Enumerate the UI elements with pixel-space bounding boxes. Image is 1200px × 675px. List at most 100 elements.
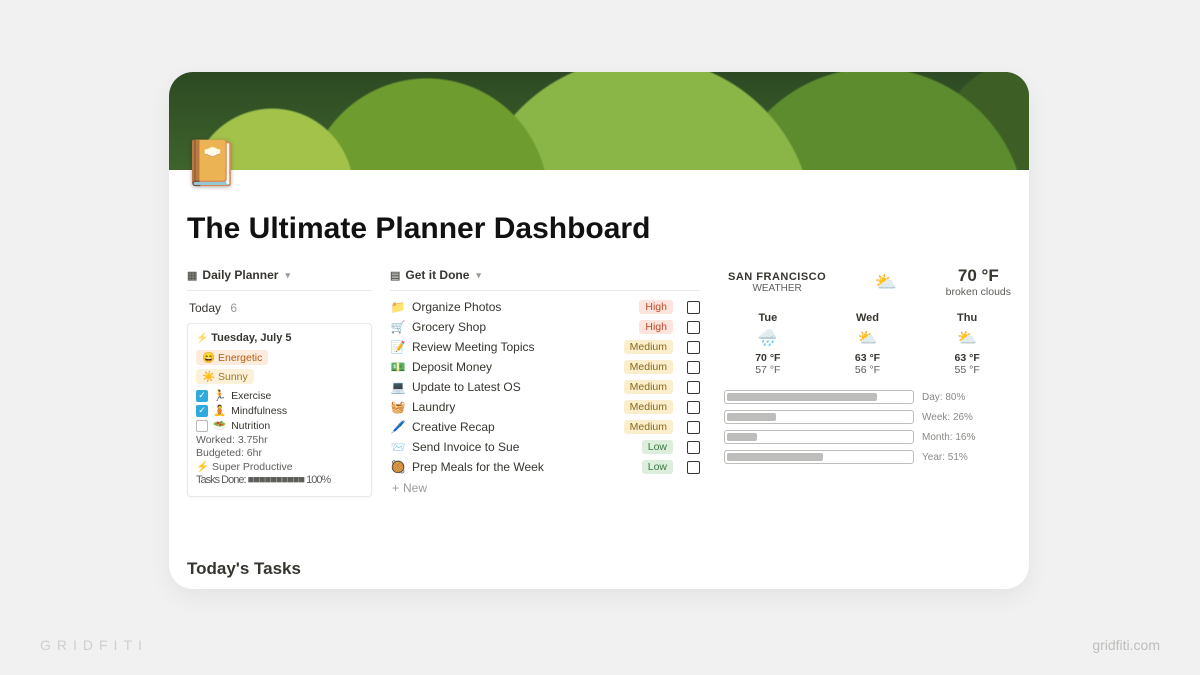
worked-text: Worked: 3.75hr [196, 433, 363, 446]
cover-image: 📔 [169, 72, 1029, 170]
forecast-day-name: Wed [855, 312, 880, 324]
priority-tag: Medium [624, 340, 673, 354]
checkbox[interactable] [196, 420, 208, 432]
budgeted-text: Budgeted: 6hr [196, 446, 363, 459]
task-icon: 📁 [390, 300, 406, 314]
habit-row[interactable]: 🏃Exercise [196, 388, 363, 403]
forecast-day: Wed⛅63 °F56 °F [855, 312, 880, 376]
task-icon: 🛒 [390, 320, 406, 334]
progress-label: Month: 16% [922, 432, 975, 443]
divider [390, 290, 700, 291]
page-icon[interactable]: 📔 [184, 138, 236, 190]
progress-fill [727, 433, 757, 441]
task-row[interactable]: 📁 Organize Photos High [390, 297, 700, 317]
task-checkbox[interactable] [687, 401, 700, 414]
habit-emoji: 🏃 [213, 389, 226, 402]
priority-tag: High [639, 320, 673, 334]
progress-widget: Day: 80% Week: 26% Month: 16% Year: 51% [718, 390, 1017, 464]
weather-now-icon: ⛅ [875, 272, 897, 293]
priority-tag: Medium [624, 360, 673, 374]
habit-name: Mindfulness [231, 405, 287, 417]
board-icon: ▦ [187, 269, 197, 282]
progress-bar [724, 390, 914, 404]
task-row[interactable]: 🥘Prep Meals for the WeekLow [390, 457, 700, 477]
forecast-low: 57 °F [755, 364, 780, 376]
task-checkbox[interactable] [687, 361, 700, 374]
forecast-icon: ⛅ [855, 328, 880, 348]
task-name: Send Invoice to Sue [412, 440, 636, 454]
task-checkbox[interactable] [687, 321, 700, 334]
get-it-done-view-tab[interactable]: ▤ Get it Done ▾ [390, 264, 700, 288]
task-name: Organize Photos [412, 300, 633, 314]
task-name: Creative Recap [412, 420, 618, 434]
task-checkbox[interactable] [687, 421, 700, 434]
habit-list: 🏃Exercise🧘Mindfulness🥗Nutrition [196, 388, 363, 433]
task-row[interactable]: 📝Review Meeting TopicsMedium [390, 337, 700, 357]
daily-planner-view-label: Daily Planner [202, 268, 278, 282]
checkbox[interactable] [196, 405, 208, 417]
group-label: Today [189, 301, 221, 315]
weather-now: 70 °F broken clouds [946, 266, 1011, 298]
task-name: Laundry [412, 400, 618, 414]
weather-widget: SAN FRANCISCO WEATHER ⛅ 70 °F broken clo… [718, 264, 1017, 306]
progress-label: Day: 80% [922, 392, 965, 403]
task-row[interactable]: 💻Update to Latest OSMedium [390, 377, 700, 397]
task-row[interactable]: 🖊️Creative RecapMedium [390, 417, 700, 437]
task-checkbox[interactable] [687, 301, 700, 314]
get-it-done-column: ▤ Get it Done ▾ 📁 Organize Photos High 🛒 Gro… [390, 264, 700, 497]
daily-planner-view-tab[interactable]: ▦ Daily Planner ▾ [187, 264, 372, 288]
planner-date: Tuesday, July 5 [196, 332, 363, 344]
widgets-column: SAN FRANCISCO WEATHER ⛅ 70 °F broken clo… [718, 264, 1017, 497]
weather-pill: ☀️ Sunny [196, 369, 254, 384]
planner-card[interactable]: Tuesday, July 5 😄 Energetic ☀️ Sunny 🏃Ex… [187, 323, 372, 497]
task-icon: 💵 [390, 360, 406, 374]
get-it-done-view-label: Get it Done [405, 268, 469, 282]
task-checkbox[interactable] [687, 381, 700, 394]
page-title[interactable]: The Ultimate Planner Dashboard [169, 170, 1029, 264]
progress-row: Month: 16% [724, 430, 1011, 444]
progress-row: Day: 80% [724, 390, 1011, 404]
brand-wordmark: GRIDFITI [40, 637, 148, 653]
new-task-button[interactable]: +New [390, 477, 700, 495]
daily-planner-column: ▦ Daily Planner ▾ Today 6 Tuesday, July … [187, 264, 372, 497]
task-icon: 🥘 [390, 460, 406, 474]
mood-pill: 😄 Energetic [196, 350, 268, 365]
checkbox[interactable] [196, 390, 208, 402]
chevron-down-icon: ▾ [476, 270, 481, 281]
forecast-row: Tue🌧️70 °F57 °FWed⛅63 °F56 °FThu⛅63 °F55… [718, 306, 1017, 390]
forecast-high: 70 °F [755, 352, 780, 364]
weather-now-temp: 70 °F [946, 266, 1011, 286]
priority-tag: High [639, 300, 673, 314]
habit-row[interactable]: 🥗Nutrition [196, 418, 363, 433]
task-row[interactable]: 🧺LaundryMedium [390, 397, 700, 417]
app-card: 📔 The Ultimate Planner Dashboard ▦ Daily… [169, 72, 1029, 589]
task-icon: 💻 [390, 380, 406, 394]
task-row[interactable]: 📨Send Invoice to SueLow [390, 437, 700, 457]
task-checkbox[interactable] [687, 341, 700, 354]
task-icon: 📝 [390, 340, 406, 354]
progress-bar [724, 430, 914, 444]
group-count: 6 [230, 301, 237, 315]
weather-location: SAN FRANCISCO WEATHER [728, 271, 826, 294]
tasks-done-text: Tasks Done: ■■■■■■■■■■ 100% [196, 473, 363, 486]
task-row[interactable]: 🛒 Grocery Shop High [390, 317, 700, 337]
forecast-high: 63 °F [955, 352, 980, 364]
progress-row: Year: 51% [724, 450, 1011, 464]
habit-emoji: 🥗 [213, 419, 226, 432]
chevron-down-icon: ▾ [285, 270, 290, 281]
forecast-icon: ⛅ [955, 328, 980, 348]
group-header-today[interactable]: Today 6 [187, 297, 372, 323]
task-icon: 🧺 [390, 400, 406, 414]
progress-row: Week: 26% [724, 410, 1011, 424]
habit-row[interactable]: 🧘Mindfulness [196, 403, 363, 418]
forecast-low: 56 °F [855, 364, 880, 376]
task-checkbox[interactable] [687, 461, 700, 474]
task-row[interactable]: 💵Deposit MoneyMedium [390, 357, 700, 377]
task-checkbox[interactable] [687, 441, 700, 454]
task-name: Grocery Shop [412, 320, 633, 334]
columns: ▦ Daily Planner ▾ Today 6 Tuesday, July … [169, 264, 1029, 497]
progress-fill [727, 453, 823, 461]
list-icon: ▤ [390, 269, 400, 282]
progress-fill [727, 393, 877, 401]
priority-tag: Medium [624, 380, 673, 394]
